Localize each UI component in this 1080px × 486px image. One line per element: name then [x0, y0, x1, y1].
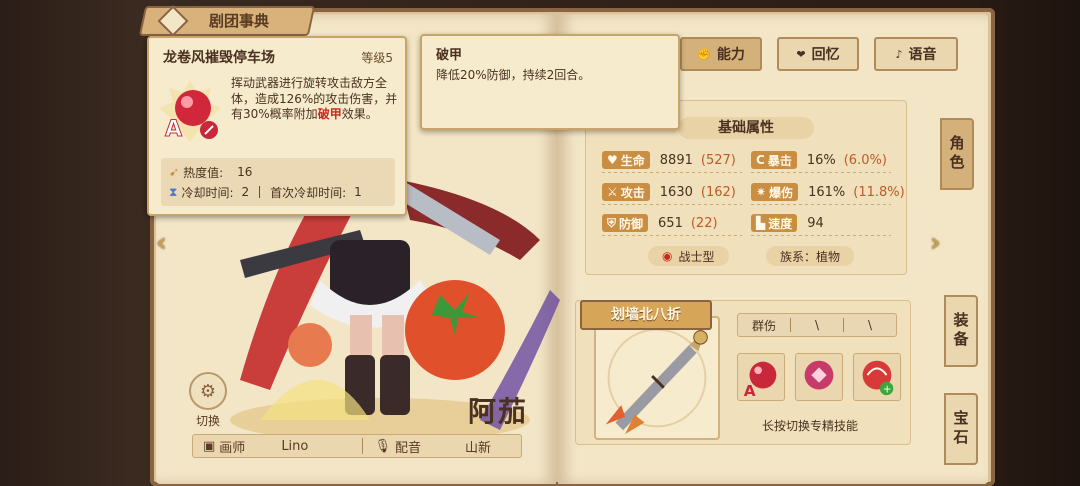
switch-icon: ⚙ [189, 372, 227, 410]
voice-actor: 山新 [465, 440, 492, 456]
voice-icon: ♪ [895, 47, 903, 61]
artist-label: 画师 [219, 440, 246, 456]
skill-keyword-armor-break[interactable]: 破甲 [318, 107, 342, 121]
stat-crit-damage: ✷ 爆伤 161% (11.8%) [751, 182, 905, 202]
hourglass-icon: ⧗ [169, 184, 178, 199]
boot-icon: ▙ [756, 216, 766, 230]
weapon-image[interactable] [594, 316, 720, 440]
skill-tooltip: 龙卷风摧毁停车场 等级5 A 挥动武器进行旋转攻击敌方全体，造成126%的攻击伤… [147, 36, 407, 216]
stat-speed: ▙ 速度 94 [751, 213, 824, 233]
prev-character-arrow-icon[interactable]: ‹ [156, 228, 178, 258]
artist-name: Lino [281, 438, 309, 454]
next-character-arrow-icon[interactable]: › [930, 228, 952, 258]
effect-description: 降低20%防御，持续2回合。 [436, 68, 591, 82]
svg-text:A: A [165, 117, 182, 142]
burst-icon: ✷ [756, 185, 767, 199]
long-press-hint: 长按切换专精技能 [762, 419, 859, 433]
stat-crit: C 暴击 16% (6.0%) [751, 150, 887, 170]
svg-text:A: A [744, 382, 756, 400]
switch-label: 切换 [195, 414, 220, 428]
skill-slot-1[interactable]: A [737, 353, 785, 401]
stat-attack: ⚔ 攻击 1630 (162) [602, 182, 736, 202]
side-tab-character[interactable]: 角色 [940, 118, 974, 190]
voice-label: 配音 [395, 440, 422, 456]
skill-name: 龙卷风摧毁停车场 [163, 50, 275, 66]
race-badge: 族系：植物 [766, 246, 855, 266]
tab-ability[interactable]: ✊ 能力 [680, 37, 762, 71]
flame-icon: ➹ [169, 165, 180, 179]
effect-name: 破甲 [436, 48, 463, 63]
class-icon: ◉ [662, 249, 673, 263]
tab-memory[interactable]: ❤ 回忆 [777, 37, 859, 71]
artist-icon: ▣ [203, 438, 216, 454]
stat-defense: ⛨ 防御 651 (22) [602, 213, 718, 233]
skill-slot-2[interactable] [795, 353, 843, 401]
shield-icon: ⛨ [607, 215, 617, 230]
svg-text:+: + [883, 383, 892, 395]
effect-tooltip: 破甲 降低20%防御，持续2回合。 [420, 34, 680, 130]
side-tab-equipment[interactable]: 装备 [944, 295, 978, 367]
heart-icon: ♥ [607, 153, 618, 167]
stats-title: 基础属性 [678, 117, 814, 139]
crit-icon: C [756, 153, 765, 167]
tab-voice[interactable]: ♪ 语音 [874, 37, 958, 71]
side-tab-gem[interactable]: 宝石 [944, 393, 978, 465]
sword-icon: ⚔ [607, 185, 618, 199]
class-badge: ◉ 战士型 [648, 246, 729, 266]
credits-bar: ▣ 画师 Lino 🎙 配音 山新 [192, 434, 522, 458]
stat-hp: ♥ 生命 8891 (527) [602, 150, 736, 170]
mic-icon: 🎙 [374, 438, 392, 454]
skill-gem-icon: A [157, 78, 223, 144]
switch-button[interactable]: ⚙ 切换 [186, 372, 230, 428]
skill-slot-3[interactable]: + [853, 353, 901, 401]
weapon-name: 划墙北八折 [580, 300, 712, 330]
character-name: 阿茄 [468, 395, 529, 428]
skill-level: 等级5 [361, 51, 393, 65]
power-icon: ✊ [697, 47, 711, 61]
skill-description: 挥动武器进行旋转攻击敌方全体，造成126%的攻击伤害，并有30%概率附加破甲效果… [231, 76, 398, 121]
skill-info-box: ➹ 热度值: 16 ⧗ 冷却时间: 2 首次冷却时间: 1 [161, 158, 395, 206]
heart-icon: ❤ [796, 47, 806, 61]
weapon-attribute-header: 群伤 \ \ [737, 313, 897, 337]
